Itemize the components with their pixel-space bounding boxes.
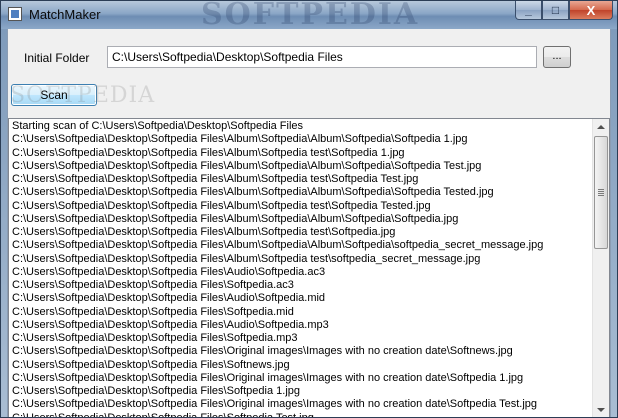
log-lines: Starting scan of C:\Users\Softpedia\Desk…	[12, 120, 590, 418]
client-area: Initial Folder ... Scan SOFTPEDIA Starti…	[7, 29, 611, 418]
scroll-up-arrow-icon[interactable]	[593, 119, 609, 135]
log-line: C:\Users\Softpedia\Desktop\Softpedia Fil…	[12, 345, 513, 358]
vertical-scrollbar[interactable]	[592, 119, 609, 417]
log-line: C:\Users\Softpedia\Desktop\Softpedia Fil…	[12, 305, 294, 318]
log-line: C:\Users\Softpedia\Desktop\Softpedia Fil…	[12, 371, 524, 384]
maximize-icon: □	[551, 3, 560, 17]
title-bar[interactable]: SOFTPEDIA MatchMaker _ □ X	[1, 0, 617, 32]
grip-icon	[598, 189, 604, 196]
maximize-button[interactable]: □	[542, 1, 569, 20]
app-window: SOFTPEDIA MatchMaker _ □ X Initial Folde…	[0, 0, 618, 418]
scan-button[interactable]: Scan	[11, 84, 97, 106]
log-line: C:\Users\Softpedia\Desktop\Softpedia Fil…	[12, 199, 431, 212]
close-icon: X	[586, 2, 596, 18]
browse-button[interactable]: ...	[543, 46, 571, 68]
log-line: C:\Users\Softpedia\Desktop\Softpedia Fil…	[12, 265, 326, 278]
log-line: C:\Users\Softpedia\Desktop\Softpedia Fil…	[12, 146, 405, 159]
log-line: C:\Users\Softpedia\Desktop\Softpedia Fil…	[12, 318, 329, 331]
initial-folder-input[interactable]	[107, 46, 537, 68]
log-line: C:\Users\Softpedia\Desktop\Softpedia Fil…	[12, 358, 290, 371]
minimize-button[interactable]: _	[515, 1, 542, 20]
log-line: C:\Users\Softpedia\Desktop\Softpedia Fil…	[12, 411, 314, 418]
app-icon[interactable]	[8, 7, 22, 21]
close-button[interactable]: X	[569, 1, 613, 20]
scan-log-textbox[interactable]: Starting scan of C:\Users\Softpedia\Desk…	[8, 118, 610, 418]
log-line: C:\Users\Softpedia\Desktop\Softpedia Fil…	[12, 332, 298, 344]
initial-folder-label: Initial Folder	[24, 51, 90, 65]
log-line: C:\Users\Softpedia\Desktop\Softpedia Fil…	[12, 226, 396, 238]
log-line: C:\Users\Softpedia\Desktop\Softpedia Fil…	[12, 279, 294, 291]
log-line: C:\Users\Softpedia\Desktop\Softpedia Fil…	[12, 252, 481, 265]
log-line: C:\Users\Softpedia\Desktop\Softpedia Fil…	[12, 239, 544, 252]
log-line: C:\Users\Softpedia\Desktop\Softpedia Fil…	[12, 186, 494, 199]
caption-buttons: _ □ X	[515, 1, 613, 21]
log-line: C:\Users\Softpedia\Desktop\Softpedia Fil…	[12, 173, 419, 185]
scrollbar-thumb[interactable]	[594, 136, 608, 249]
log-line: C:\Users\Softpedia\Desktop\Softpedia Fil…	[12, 159, 482, 172]
log-line: C:\Users\Softpedia\Desktop\Softpedia Fil…	[12, 133, 468, 146]
log-line: C:\Users\Softpedia\Desktop\Softpedia Fil…	[12, 398, 538, 411]
window-title: MatchMaker	[29, 7, 101, 22]
minimize-icon: _	[525, 3, 532, 17]
log-line: C:\Users\Softpedia\Desktop\Softpedia Fil…	[12, 385, 300, 397]
log-line: C:\Users\Softpedia\Desktop\Softpedia Fil…	[12, 292, 326, 305]
log-line: Starting scan of C:\Users\Softpedia\Desk…	[12, 120, 304, 132]
scroll-down-arrow-icon[interactable]	[593, 402, 609, 417]
log-line: C:\Users\Softpedia\Desktop\Softpedia Fil…	[12, 212, 459, 225]
title-watermark: SOFTPEDIA	[201, 0, 420, 32]
